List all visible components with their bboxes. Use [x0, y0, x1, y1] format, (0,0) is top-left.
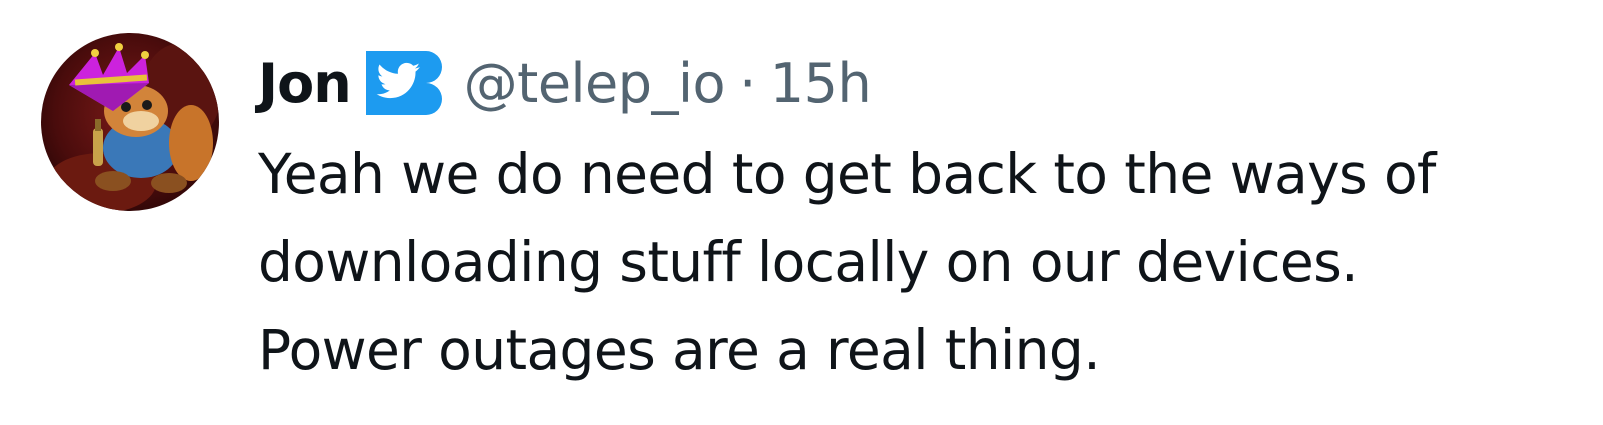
display-name[interactable]: Jon [258, 52, 352, 115]
tweet-text-line: Yeah we do need to get back to the ways … [258, 142, 1436, 206]
author-handle[interactable]: @telep_io [464, 52, 726, 115]
avatar[interactable] [41, 33, 219, 211]
tweet-header: Jon @telep_io · 15h [258, 38, 1588, 128]
timestamp[interactable]: 15h [770, 52, 872, 115]
tweet-text-line: Power outages are a real thing. [258, 318, 1101, 382]
verified-badge-icon [365, 51, 442, 115]
separator-dot: · [739, 51, 756, 115]
tweet-text: Yeah we do need to get back to the ways … [258, 130, 1588, 394]
crowned-squirrel-avatar-icon [41, 33, 219, 211]
tweet-content: Jon @telep_io · 15h Yeah we do need to g… [258, 38, 1588, 394]
tweet[interactable]: Jon @telep_io · 15h Yeah we do need to g… [0, 0, 1603, 425]
tweet-text-line: downloading stuff locally on our devices… [258, 230, 1359, 294]
